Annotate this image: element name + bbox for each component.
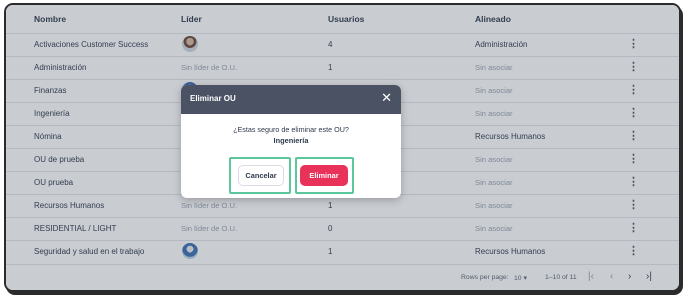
cancel-button[interactable]: Cancelar [238,165,284,186]
ou-name: Ingeniería [273,136,309,145]
close-icon[interactable]: ✕ [381,91,392,105]
dialog-title: Eliminar OU [190,94,236,103]
confirm-question: ¿Estas seguro de eliminar este OU? [233,125,349,134]
dialog-header: Eliminar OU ✕ [181,85,401,114]
delete-button[interactable]: Eliminar [300,165,348,186]
delete-ou-dialog: Eliminar OU ✕ ¿Estas seguro de eliminar … [181,85,401,198]
app-frame: Nombre Líder Usuarios Alineado Activacio… [4,3,681,292]
